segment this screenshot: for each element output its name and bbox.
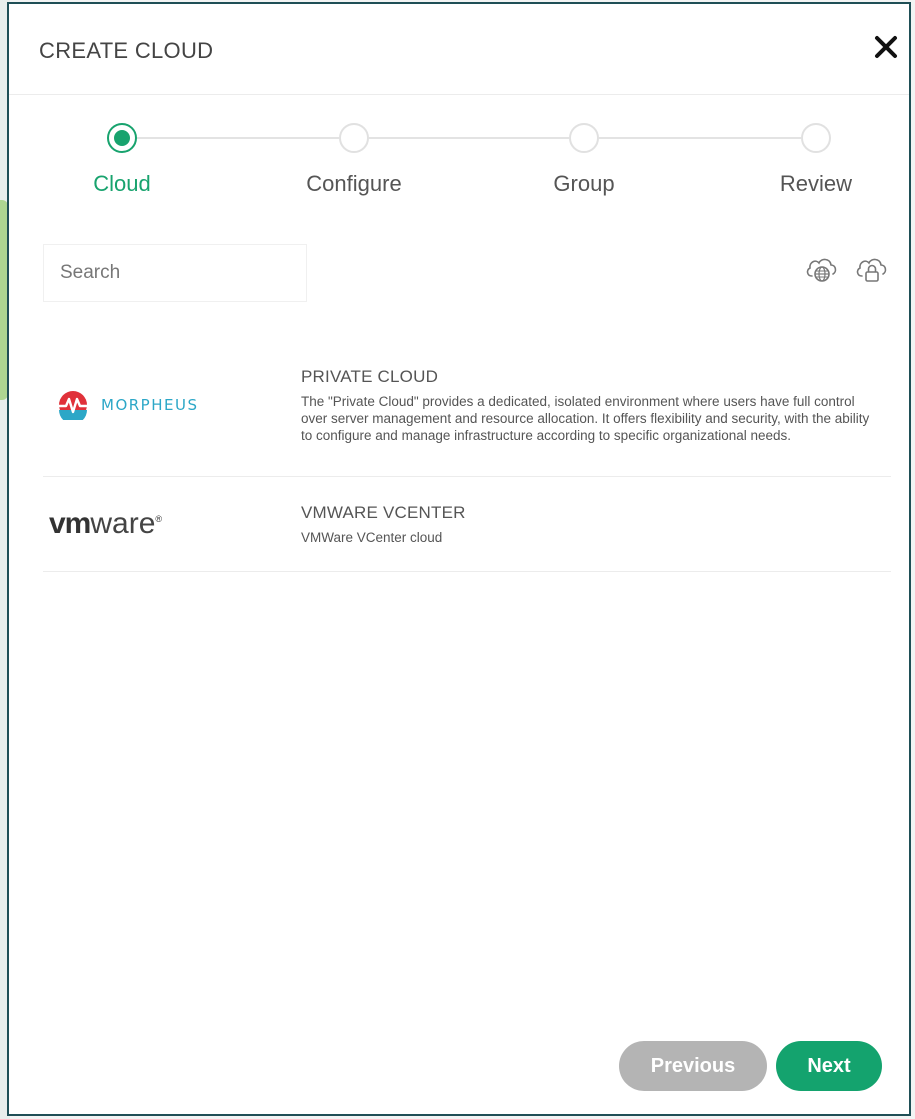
vmware-logo-bold: vm bbox=[49, 507, 91, 540]
wizard-stepper: Cloud Configure Group Review bbox=[9, 114, 909, 214]
step-configure[interactable]: Configure bbox=[284, 114, 424, 197]
step-cloud[interactable]: Cloud bbox=[52, 114, 192, 197]
morpheus-logo: MORPHEUS bbox=[43, 390, 301, 420]
previous-button[interactable]: Previous bbox=[619, 1041, 767, 1091]
step-review[interactable]: Review bbox=[746, 114, 886, 197]
step-group[interactable]: Group bbox=[514, 114, 654, 197]
cloud-option-info: PRIVATE CLOUD The "Private Cloud" provid… bbox=[301, 367, 891, 444]
step-indicator bbox=[569, 123, 599, 153]
modal-title: CREATE CLOUD bbox=[39, 38, 214, 63]
vmware-logo: vmware® bbox=[43, 507, 301, 541]
cloud-type-filters bbox=[803, 250, 889, 286]
step-label: Group bbox=[553, 171, 615, 196]
cloud-option-description: The "Private Cloud" provides a dedicated… bbox=[301, 393, 870, 443]
cloud-type-list: MORPHEUS PRIVATE CLOUD The "Private Clou… bbox=[43, 334, 891, 572]
search-box bbox=[43, 244, 307, 302]
cloud-option-name: PRIVATE CLOUD bbox=[301, 366, 439, 386]
morpheus-logo-text: MORPHEUS bbox=[101, 396, 199, 414]
step-label: Configure bbox=[306, 171, 402, 196]
close-icon bbox=[875, 36, 897, 58]
morpheus-logo-icon bbox=[59, 391, 87, 420]
cloud-option-private-cloud[interactable]: MORPHEUS PRIVATE CLOUD The "Private Clou… bbox=[43, 334, 891, 477]
vmware-logo-regular: ware bbox=[90, 507, 156, 540]
step-indicator bbox=[107, 123, 137, 153]
close-button[interactable] bbox=[869, 30, 903, 64]
next-button[interactable]: Next bbox=[776, 1041, 882, 1091]
create-cloud-modal: CREATE CLOUD Cloud Configure Group Revie… bbox=[7, 2, 911, 1116]
step-indicator bbox=[339, 123, 369, 153]
vmware-logo-text: vmware® bbox=[49, 507, 163, 540]
cloud-option-info: VMWARE VCENTER VMWare VCenter cloud bbox=[301, 503, 891, 546]
step-label: Review bbox=[779, 171, 853, 196]
cloud-option-vmware-vcenter[interactable]: vmware® VMWARE VCENTER VMWare VCenter cl… bbox=[43, 477, 891, 572]
search-input[interactable] bbox=[44, 245, 306, 301]
cloud-option-description: VMWare VCenter cloud bbox=[301, 529, 443, 545]
cloud-option-name: VMWARE VCENTER bbox=[301, 502, 466, 522]
step-indicator bbox=[801, 123, 831, 153]
public-cloud-icon[interactable] bbox=[803, 250, 839, 286]
modal-header: CREATE CLOUD bbox=[9, 4, 909, 95]
private-cloud-icon[interactable] bbox=[853, 250, 889, 286]
step-label: Cloud bbox=[93, 171, 151, 196]
